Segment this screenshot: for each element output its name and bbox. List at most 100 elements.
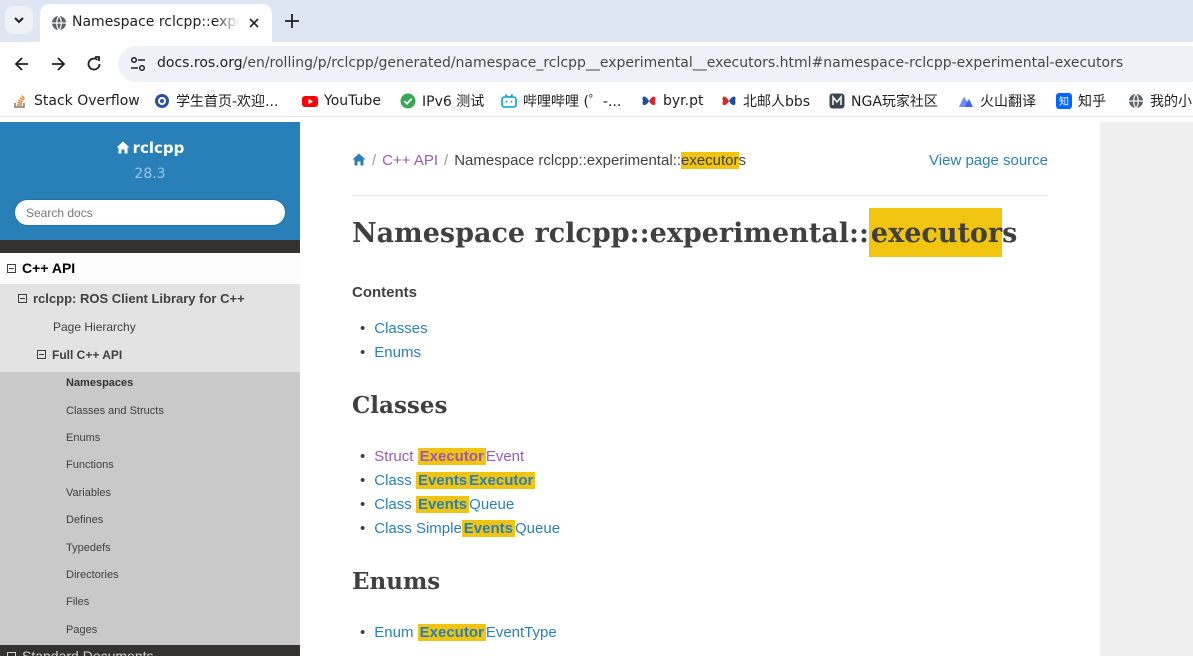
nav-variables[interactable]: Variables: [66, 487, 111, 499]
bookmark-byr-bbs[interactable]: 北邮人bbs: [721, 92, 810, 110]
nga-icon: [829, 93, 845, 109]
butterfly-icon: [721, 93, 737, 109]
search-docs-input[interactable]: [14, 199, 286, 226]
butterfly-icon: [641, 93, 657, 109]
nav-full-cpp-api[interactable]: Full C++ API: [37, 348, 122, 362]
zhihu-icon: 知: [1056, 93, 1072, 109]
list-item: Enums: [360, 341, 428, 365]
globe-icon: [1128, 93, 1144, 109]
list-item: Class SimpleEventsQueue: [360, 517, 560, 541]
site-settings-icon[interactable]: [129, 55, 147, 73]
close-icon[interactable]: [246, 15, 262, 31]
enum-executor-event-type-link[interactable]: Enum Executor EventType: [374, 624, 557, 641]
search-highlight: executor: [680, 152, 739, 169]
view-page-source-link[interactable]: View page source: [929, 152, 1048, 169]
chevron-down-icon: [14, 17, 24, 24]
home-icon[interactable]: [352, 153, 366, 166]
url-text[interactable]: docs.ros.org/en/rolling/p/rclcpp/generat…: [157, 55, 1123, 71]
check-circle-icon: [400, 93, 416, 109]
project-home-link[interactable]: rclcpp: [0, 139, 300, 157]
volcano-icon: [958, 93, 974, 109]
nav-files[interactable]: Files: [66, 596, 89, 608]
classes-heading: Classes: [352, 392, 448, 419]
nav-pages[interactable]: Pages: [66, 624, 97, 636]
bookmark-youtube[interactable]: YouTube: [302, 92, 381, 110]
bookmark-byr-pt[interactable]: byr.pt: [641, 92, 703, 110]
toc-classes-link[interactable]: Classes: [374, 320, 427, 337]
new-tab-icon[interactable]: [282, 11, 302, 31]
search-highlight: Executor: [469, 472, 536, 489]
search-highlight: executor: [868, 208, 1003, 257]
bookmark-my-site[interactable]: 我的小: [1128, 92, 1192, 110]
bilibili-icon: [501, 93, 517, 109]
reload-icon[interactable]: [84, 54, 104, 74]
home-icon: [116, 141, 130, 154]
tab-search-button[interactable]: [5, 6, 33, 34]
collapse-icon[interactable]: [37, 350, 46, 359]
class-simple-events-queue-link[interactable]: Class Simple Events Queue: [374, 520, 560, 537]
search-highlight: Events: [415, 472, 470, 489]
bookmark-nga[interactable]: NGA玩家社区: [829, 92, 938, 110]
sidebar-header: rclcpp 28.3: [0, 122, 300, 240]
nav-page-hierarchy[interactable]: Page Hierarchy: [53, 320, 136, 334]
list-item: Struct ExecutorEvent: [360, 445, 560, 469]
browser-tab-active[interactable]: Namespace rclcpp::experimental::executor…: [40, 4, 272, 42]
header-divider: [352, 195, 1048, 196]
stackoverflow-icon: [12, 93, 28, 109]
list-item: Enum ExecutorEventType: [360, 621, 557, 645]
breadcrumb-cpp-api[interactable]: C++ API: [382, 152, 438, 169]
enums-list: Enum ExecutorEventType: [360, 621, 557, 645]
bookmark-volcano-translate[interactable]: 火山翻译: [958, 92, 1036, 110]
tab-title: Namespace rclcpp::experimental::executor…: [72, 14, 240, 30]
nav-rclcpp-library[interactable]: rclcpp: ROS Client Library for C++: [18, 291, 245, 306]
breadcrumb-current: Namespace rclcpp::experimental::executor…: [454, 152, 747, 169]
bookmark-stackoverflow[interactable]: Stack Overflow: [12, 92, 140, 110]
nav-enums[interactable]: Enums: [66, 432, 100, 444]
url-path: /en/rolling/p/rclcpp/generated/namespace…: [242, 55, 1124, 71]
list-item: Class EventsExecutor: [360, 469, 560, 493]
page-right-gutter: [1100, 122, 1193, 656]
svg-text:知: 知: [1059, 95, 1069, 108]
bookmark-zhihu[interactable]: 知 知乎: [1056, 92, 1106, 110]
class-events-executor-link[interactable]: Class Events Executor: [374, 472, 536, 489]
contents-list: Classes Enums: [360, 317, 428, 365]
main-content: / C++ API / Namespace rclcpp::experimental:…: [300, 122, 1100, 656]
struct-executor-event-link[interactable]: Struct Executor Event: [374, 448, 524, 465]
collapse-icon[interactable]: [7, 264, 16, 273]
collapse-icon[interactable]: [18, 294, 27, 303]
list-item: Class EventsQueue: [360, 493, 560, 517]
nav-classes-structs[interactable]: Classes and Structs: [66, 405, 164, 417]
nav-namespaces[interactable]: Namespaces: [66, 377, 133, 389]
bookmark-bilibili[interactable]: 哔哩哔哩 (゜-...: [501, 92, 621, 110]
toc-enums-link[interactable]: Enums: [374, 344, 421, 361]
nav-standard-documents[interactable]: Standard Documents: [7, 648, 154, 656]
search-highlight: Events: [415, 496, 470, 513]
forward-arrow-icon[interactable]: [48, 54, 68, 74]
enums-heading: Enums: [352, 568, 441, 595]
toolbar: docs.ros.org/en/rolling/p/rclcpp/generat…: [0, 42, 1193, 86]
nav-typedefs[interactable]: Typedefs: [66, 542, 111, 554]
page-title: Namespace rclcpp::experimental::executor…: [352, 208, 1017, 257]
search-highlight: Executor: [417, 448, 486, 465]
nav-directories[interactable]: Directories: [66, 569, 119, 581]
contents-heading: Contents: [352, 284, 417, 301]
docs-sidebar: rclcpp 28.3 C++ API rclcpp: ROS Client L…: [0, 122, 300, 656]
expand-icon[interactable]: [7, 652, 16, 656]
globe-icon: [154, 93, 170, 109]
youtube-icon: [302, 93, 318, 109]
breadcrumb: / C++ API / Namespace rclcpp::experimental:…: [352, 152, 746, 169]
back-arrow-icon[interactable]: [12, 54, 32, 74]
nav-cpp-api[interactable]: C++ API: [7, 260, 75, 276]
nav-functions[interactable]: Functions: [66, 459, 114, 471]
breadcrumb-separator: /: [444, 152, 449, 169]
nav-defines[interactable]: Defines: [66, 514, 103, 526]
bookmarks-bar: Stack Overflow 学生首页-欢迎... YouTube IPv6 测…: [0, 86, 1193, 117]
bookmark-student-home[interactable]: 学生首页-欢迎...: [154, 92, 278, 110]
breadcrumb-separator: /: [372, 152, 377, 169]
tab-strip: Namespace rclcpp::experimental::executor…: [0, 0, 1193, 42]
class-events-queue-link[interactable]: Class Events Queue: [374, 496, 514, 513]
bookmark-ipv6-test[interactable]: IPv6 测试: [400, 92, 484, 110]
classes-list: Struct ExecutorEvent Class EventsExecuto…: [360, 445, 560, 541]
address-bar[interactable]: docs.ros.org/en/rolling/p/rclcpp/generat…: [118, 46, 1193, 82]
version-label: 28.3: [134, 166, 166, 182]
